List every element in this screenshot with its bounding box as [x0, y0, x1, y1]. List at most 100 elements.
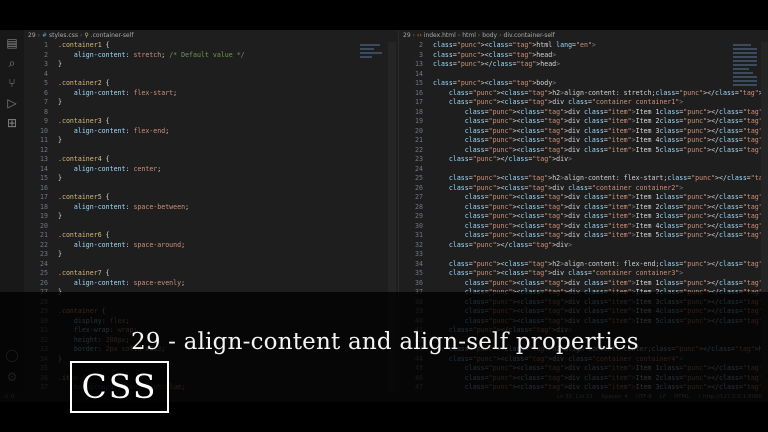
code-line[interactable]: 33 [399, 250, 768, 260]
code-line[interactable]: 25 .container7 { [24, 269, 396, 279]
code-text[interactable]: class="punc"><class="tag">div class="ite… [433, 108, 768, 116]
code-line[interactable]: 7} [24, 98, 396, 108]
code-text[interactable]: class="punc"><class="tag">h2>align-conte… [433, 260, 768, 268]
code-text[interactable]: class="punc"><class="tag">h2>align-conte… [433, 89, 768, 97]
code-text[interactable]: } [58, 250, 62, 258]
code-line[interactable]: 2 align-content: stretch; /* Default val… [24, 51, 396, 61]
code-text[interactable]: } [58, 174, 62, 182]
code-text[interactable]: class="punc"><class="tag">div class="ite… [433, 279, 768, 287]
run-debug-icon[interactable]: ▷ [5, 96, 19, 110]
code-text[interactable]: } [58, 60, 62, 68]
code-text[interactable]: class="punc"><class="tag">div class="ite… [433, 136, 768, 144]
code-line[interactable]: 19} [24, 212, 396, 222]
code-text[interactable]: .container7 { [58, 269, 110, 277]
code-text[interactable]: .container2 { [58, 79, 110, 87]
code-line[interactable]: 26 align-content: space-evenly; [24, 279, 396, 289]
code-text[interactable]: align-content: space-around; [58, 241, 185, 249]
code-line[interactable]: 3} [24, 60, 396, 70]
code-line[interactable]: 2 class="punc"><class="tag">html lang="en… [399, 41, 768, 51]
code-text[interactable]: class="punc"><class="tag">div class="ite… [433, 127, 768, 135]
code-text[interactable]: } [58, 212, 62, 220]
code-line[interactable]: 23} [24, 250, 396, 260]
code-line[interactable]: 26 class="punc"><class="tag">div class="… [399, 184, 768, 194]
code-line[interactable]: 3 class="punc"><class="tag">head> [399, 51, 768, 61]
code-text[interactable]: class="punc"><class="tag">h2>align-conte… [433, 174, 768, 182]
code-line[interactable]: 13 class="punc"></class="tag">head> [399, 60, 768, 70]
code-line[interactable]: 8 [24, 108, 396, 118]
code-text[interactable]: align-content: space-evenly; [58, 279, 185, 287]
code-text[interactable]: class="punc"><class="tag">div class="ite… [433, 203, 768, 211]
code-line[interactable]: 20 class="punc"><class="tag">div class="… [399, 127, 768, 137]
code-line[interactable]: 22 class="punc"><class="tag">div class="… [399, 146, 768, 156]
source-control-icon[interactable]: ⑂ [5, 76, 19, 90]
code-line[interactable]: 21 class="punc"><class="tag">div class="… [399, 136, 768, 146]
code-line[interactable]: 21 .container6 { [24, 231, 396, 241]
code-text[interactable]: align-content: flex-end; [58, 127, 169, 135]
code-text[interactable]: class="punc"><class="tag">html lang="en"… [433, 41, 596, 49]
code-text[interactable]: class="punc"><class="tag">div class="ite… [433, 212, 768, 220]
code-text[interactable]: align-content: flex-start; [58, 89, 177, 97]
code-text[interactable]: .container1 { [58, 41, 110, 49]
code-line[interactable]: 15} [24, 174, 396, 184]
code-text[interactable]: align-content: center; [58, 165, 161, 173]
code-line[interactable]: 5 .container2 { [24, 79, 396, 89]
code-line[interactable]: 22 align-content: space-around; [24, 241, 396, 251]
code-line[interactable]: 16 [24, 184, 396, 194]
code-text[interactable]: class="punc"><class="tag">div class="con… [433, 184, 683, 192]
code-line[interactable]: 11} [24, 136, 396, 146]
code-line[interactable]: 29 class="punc"><class="tag">div class="… [399, 212, 768, 222]
code-line[interactable]: 16 class="punc"><class="tag">h2>align-co… [399, 89, 768, 99]
code-text[interactable]: class="punc"></class="tag">div> [433, 155, 572, 163]
breadcrumb-file[interactable]: index.html [424, 32, 456, 39]
breadcrumb-file[interactable]: styles.css [49, 32, 78, 39]
breadcrumb-body[interactable]: body [482, 32, 497, 39]
code-text[interactable]: align-content: stretch; /* Default value… [58, 51, 245, 59]
code-text[interactable]: class="punc"></class="tag">head> [433, 60, 560, 68]
code-line[interactable]: 4 [24, 70, 396, 80]
code-line[interactable]: 24 [24, 260, 396, 270]
code-line[interactable]: 30 class="punc"><class="tag">div class="… [399, 222, 768, 232]
code-line[interactable]: 17 class="punc"><class="tag">div class="… [399, 98, 768, 108]
code-line[interactable]: 9 .container3 { [24, 117, 396, 127]
code-line[interactable]: 12 [24, 146, 396, 156]
code-text[interactable]: } [58, 136, 62, 144]
code-text[interactable]: .container5 { [58, 193, 110, 201]
breadcrumb-symbol[interactable]: .container-self [91, 32, 134, 39]
code-line[interactable]: 24 [399, 165, 768, 175]
code-text[interactable]: .container3 { [58, 117, 110, 125]
extensions-icon[interactable]: ⊞ [5, 116, 19, 130]
code-text[interactable]: .container4 { [58, 155, 110, 163]
code-line[interactable]: 14 [399, 70, 768, 80]
code-text[interactable]: class="punc"><class="tag">body> [433, 79, 556, 87]
code-text[interactable]: class="punc"><class="tag">div class="ite… [433, 146, 768, 154]
code-text[interactable]: class="punc"><class="tag">div class="con… [433, 98, 683, 106]
code-line[interactable]: 20 [24, 222, 396, 232]
search-icon[interactable]: ⌕ [5, 56, 19, 70]
code-text[interactable]: .container6 { [58, 231, 110, 239]
code-line[interactable]: 35 class="punc"><class="tag">div class="… [399, 269, 768, 279]
code-line[interactable]: 15 class="punc"><class="tag">body> [399, 79, 768, 89]
code-line[interactable]: 19 class="punc"><class="tag">div class="… [399, 117, 768, 127]
code-line[interactable]: 28 class="punc"><class="tag">div class="… [399, 203, 768, 213]
code-line[interactable]: 10 align-content: flex-end; [24, 127, 396, 137]
code-line[interactable]: 18 class="punc"><class="tag">div class="… [399, 108, 768, 118]
code-text[interactable]: class="punc"><class="tag">div class="ite… [433, 231, 768, 239]
code-line[interactable]: 25 class="punc"><class="tag">h2>align-co… [399, 174, 768, 184]
code-line[interactable]: 23 class="punc"></class="tag">div> [399, 155, 768, 165]
breadcrumb-html[interactable]: html [462, 32, 476, 39]
code-text[interactable]: class="punc"><class="tag">div class="ite… [433, 117, 768, 125]
code-line[interactable]: 18 align-content: space-between; [24, 203, 396, 213]
code-line[interactable]: 36 class="punc"><class="tag">div class="… [399, 279, 768, 289]
code-text[interactable]: class="punc"><class="tag">div class="ite… [433, 193, 768, 201]
code-line[interactable]: 17 .container5 { [24, 193, 396, 203]
files-icon[interactable]: ▤ [5, 36, 19, 50]
code-line[interactable]: 13 .container4 { [24, 155, 396, 165]
code-line[interactable]: 31 class="punc"><class="tag">div class="… [399, 231, 768, 241]
code-text[interactable]: class="punc"><class="tag">div class="con… [433, 269, 683, 277]
code-line[interactable]: 1 .container1 { [24, 41, 396, 51]
code-line[interactable]: 6 align-content: flex-start; [24, 89, 396, 99]
code-text[interactable]: } [58, 98, 62, 106]
code-line[interactable]: 14 align-content: center; [24, 165, 396, 175]
code-line[interactable]: 32 class="punc"></class="tag">div> [399, 241, 768, 251]
breadcrumb-div[interactable]: div.container-self [504, 32, 555, 39]
